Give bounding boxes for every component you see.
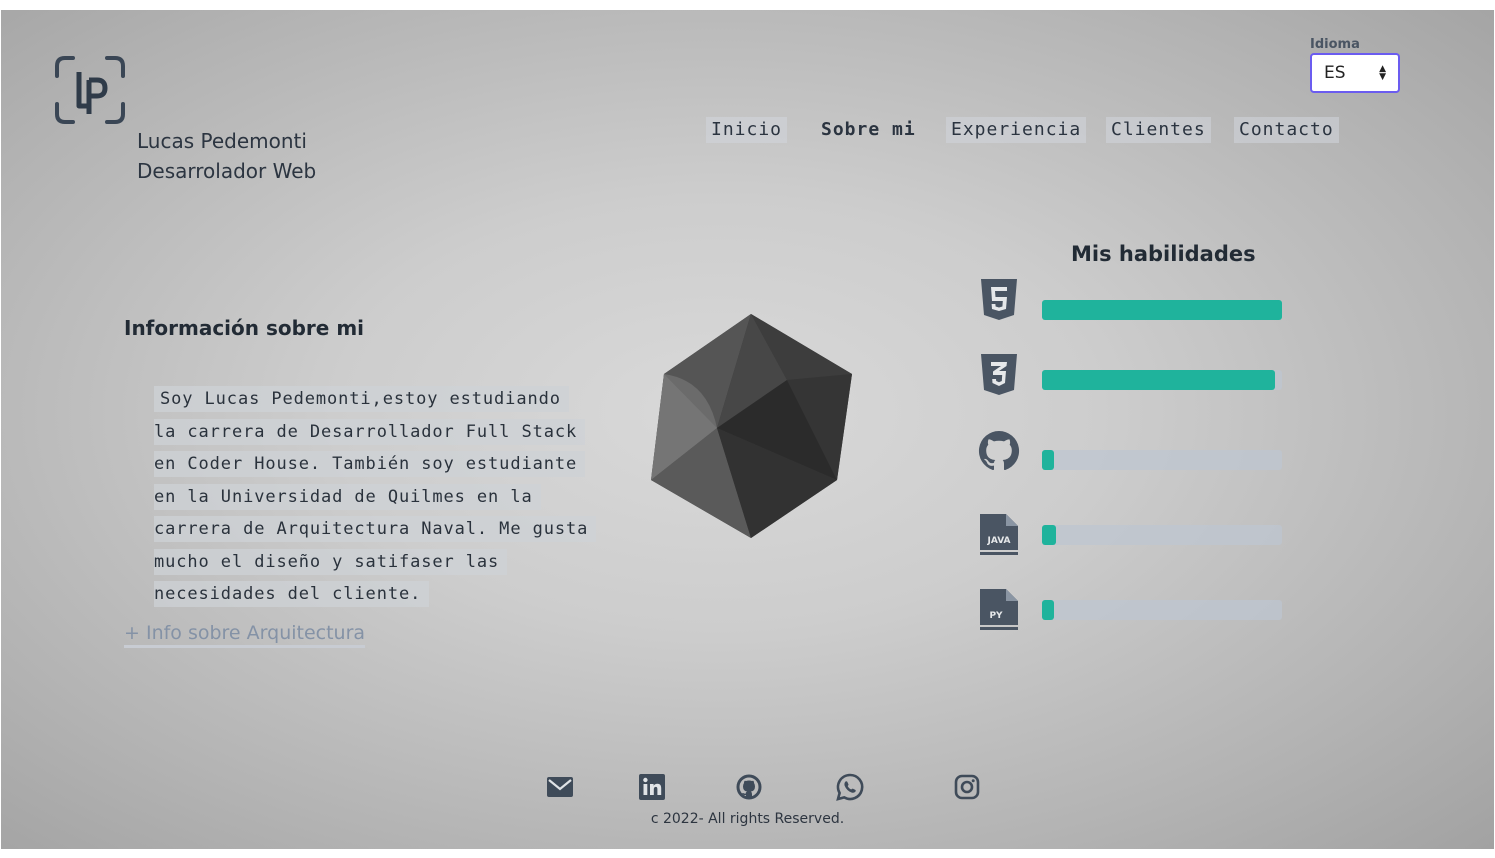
about-line: necesidades del cliente.: [154, 581, 430, 607]
logo[interactable]: [53, 54, 127, 126]
about-line: Soy Lucas Pedemonti,estoy estudiando: [154, 386, 569, 412]
mail-icon[interactable]: [545, 772, 575, 802]
nav-clientes[interactable]: Clientes: [1106, 117, 1211, 143]
copyright: c 2022- All rights Reserved.: [650, 811, 845, 827]
skill-bar-fill: [1042, 370, 1275, 390]
nav-inicio[interactable]: Inicio: [706, 117, 788, 143]
about-line: mucho el diseño y satifaser las: [154, 548, 508, 575]
java-file-icon: JAVA: [980, 514, 1018, 555]
skill-bar-fill: [1042, 300, 1282, 320]
brand-name: Lucas Pedemonti: [137, 129, 307, 153]
select-arrows-icon: ▲ ▼: [1379, 64, 1386, 82]
language-select[interactable]: ES ▲ ▼: [1310, 53, 1400, 93]
brand-role: Desarrolador Web: [137, 159, 317, 183]
skill-bar-java: [1042, 525, 1282, 545]
css3-icon: [981, 354, 1017, 395]
python-icon-text: PY: [989, 611, 1003, 621]
skill-bar-python: [1042, 600, 1282, 620]
about-line: la carrera de Desarrollador Full Stack: [154, 418, 586, 445]
skills-title: Mis habilidades: [1071, 242, 1256, 266]
skill-bar-fill: [1042, 450, 1054, 470]
skill-bar-css: [1042, 370, 1282, 390]
skill-bar-fill: [1042, 525, 1057, 545]
instagram-icon[interactable]: [952, 772, 982, 802]
about-line: en la Universidad de Quilmes en la: [154, 483, 541, 510]
architecture-info-link[interactable]: + Info sobre Arquitectura: [124, 622, 366, 648]
about-title: Información sobre mi: [124, 316, 365, 340]
skill-bar-github: [1042, 450, 1282, 470]
about-line: en Coder House. También soy estudiante: [154, 451, 586, 477]
skill-bar-fill: [1042, 600, 1054, 620]
whatsapp-icon[interactable]: [835, 772, 865, 802]
nav-experiencia[interactable]: Experiencia: [946, 117, 1087, 143]
skill-bar-html: [1042, 300, 1282, 320]
nav-sobre-mi[interactable]: Sobre mi: [816, 117, 921, 143]
brand-block: Lucas Pedemonti Desarrolador Web: [137, 126, 316, 186]
python-file-icon: PY: [980, 589, 1018, 630]
about-line: carrera de Arquitectura Naval. Me gusta: [154, 516, 597, 542]
page-frame: Lucas Pedemonti Desarrolador Web Idioma …: [1, 10, 1494, 849]
language-selected: ES: [1324, 63, 1346, 83]
nav-contacto[interactable]: Contacto: [1234, 117, 1339, 143]
github-icon: [978, 430, 1020, 471]
language-label: Idioma: [1310, 37, 1360, 52]
linkedin-icon[interactable]: [637, 772, 667, 802]
about-text: Soy Lucas Pedemonti,estoy estudiando la …: [154, 386, 614, 614]
java-icon-text: JAVA: [986, 536, 1010, 546]
html5-icon: [981, 279, 1017, 320]
polyhedron-image: [651, 314, 852, 538]
github-footer-icon[interactable]: [734, 772, 764, 802]
